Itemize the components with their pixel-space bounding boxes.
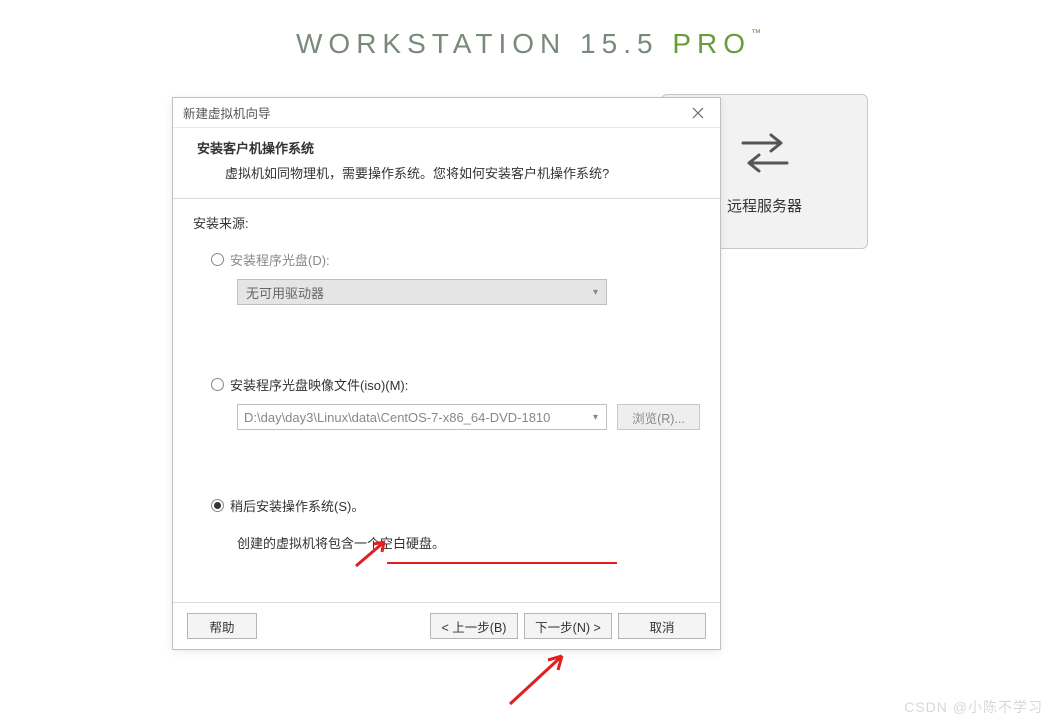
app-title: WORKSTATION 15.5 PRO™ bbox=[0, 28, 1057, 60]
close-icon bbox=[692, 107, 704, 119]
cancel-button[interactable]: 取消 bbox=[618, 613, 706, 639]
iso-path-value: D:\day\day3\Linux\data\CentOS-7-x86_64-D… bbox=[244, 410, 550, 425]
radio-iso-label: 安装程序光盘映像文件(iso)(M): bbox=[230, 375, 408, 394]
annotation-arrow-next bbox=[506, 646, 576, 708]
app-title-tm: ™ bbox=[751, 28, 761, 39]
dialog-titlebar: 新建虚拟机向导 bbox=[173, 98, 720, 128]
radio-icon bbox=[211, 253, 224, 266]
dialog-title: 新建虚拟机向导 bbox=[183, 103, 271, 122]
radio-install-later[interactable]: 稍后安装操作系统(S)。 bbox=[211, 496, 700, 515]
disc-drive-dropdown[interactable]: 无可用驱动器 ▾ bbox=[237, 279, 607, 305]
dialog-header: 安装客户机操作系统 虚拟机如同物理机，需要操作系统。您将如何安装客户机操作系统? bbox=[173, 128, 720, 199]
radio-disc-label: 安装程序光盘(D): bbox=[230, 250, 330, 269]
chevron-down-icon: ▾ bbox=[593, 287, 598, 298]
dialog-header-desc: 虚拟机如同物理机，需要操作系统。您将如何安装客户机操作系统? bbox=[197, 163, 696, 182]
close-button[interactable] bbox=[678, 99, 718, 127]
back-button[interactable]: < 上一步(B) bbox=[430, 613, 518, 639]
new-vm-wizard-dialog: 新建虚拟机向导 安装客户机操作系统 虚拟机如同物理机，需要操作系统。您将如何安装… bbox=[172, 97, 721, 650]
dialog-footer: 帮助 < 上一步(B) 下一步(N) > 取消 bbox=[173, 602, 720, 649]
transfer-arrows-icon bbox=[737, 127, 793, 177]
app-title-main: WORKSTATION 15.5 bbox=[296, 28, 672, 59]
dialog-body: 安装来源: 安装程序光盘(D): 无可用驱动器 ▾ 安装程序光盘映像文件(iso… bbox=[173, 199, 720, 602]
annotation-underline bbox=[387, 562, 617, 564]
remote-server-label: 远程服务器 bbox=[727, 195, 802, 216]
later-note-text: 创建的虚拟机将包含一个空白硬盘。 bbox=[237, 533, 700, 552]
watermark: CSDN @小陈不学习 bbox=[904, 697, 1043, 717]
next-button[interactable]: 下一步(N) > bbox=[524, 613, 612, 639]
radio-install-disc[interactable]: 安装程序光盘(D): bbox=[211, 250, 700, 269]
app-title-pro: PRO bbox=[672, 28, 751, 59]
browse-button[interactable]: 浏览(R)... bbox=[617, 404, 700, 430]
help-button[interactable]: 帮助 bbox=[187, 613, 257, 639]
chevron-down-icon: ▾ bbox=[593, 412, 598, 423]
install-source-label: 安装来源: bbox=[193, 213, 700, 232]
radio-later-label: 稍后安装操作系统(S)。 bbox=[230, 496, 364, 515]
radio-icon bbox=[211, 378, 224, 391]
iso-path-input[interactable]: D:\day\day3\Linux\data\CentOS-7-x86_64-D… bbox=[237, 404, 607, 430]
disc-drive-value: 无可用驱动器 bbox=[246, 283, 324, 302]
dialog-header-title: 安装客户机操作系统 bbox=[197, 138, 696, 157]
radio-icon-selected bbox=[211, 499, 224, 512]
radio-install-iso[interactable]: 安装程序光盘映像文件(iso)(M): bbox=[211, 375, 700, 394]
